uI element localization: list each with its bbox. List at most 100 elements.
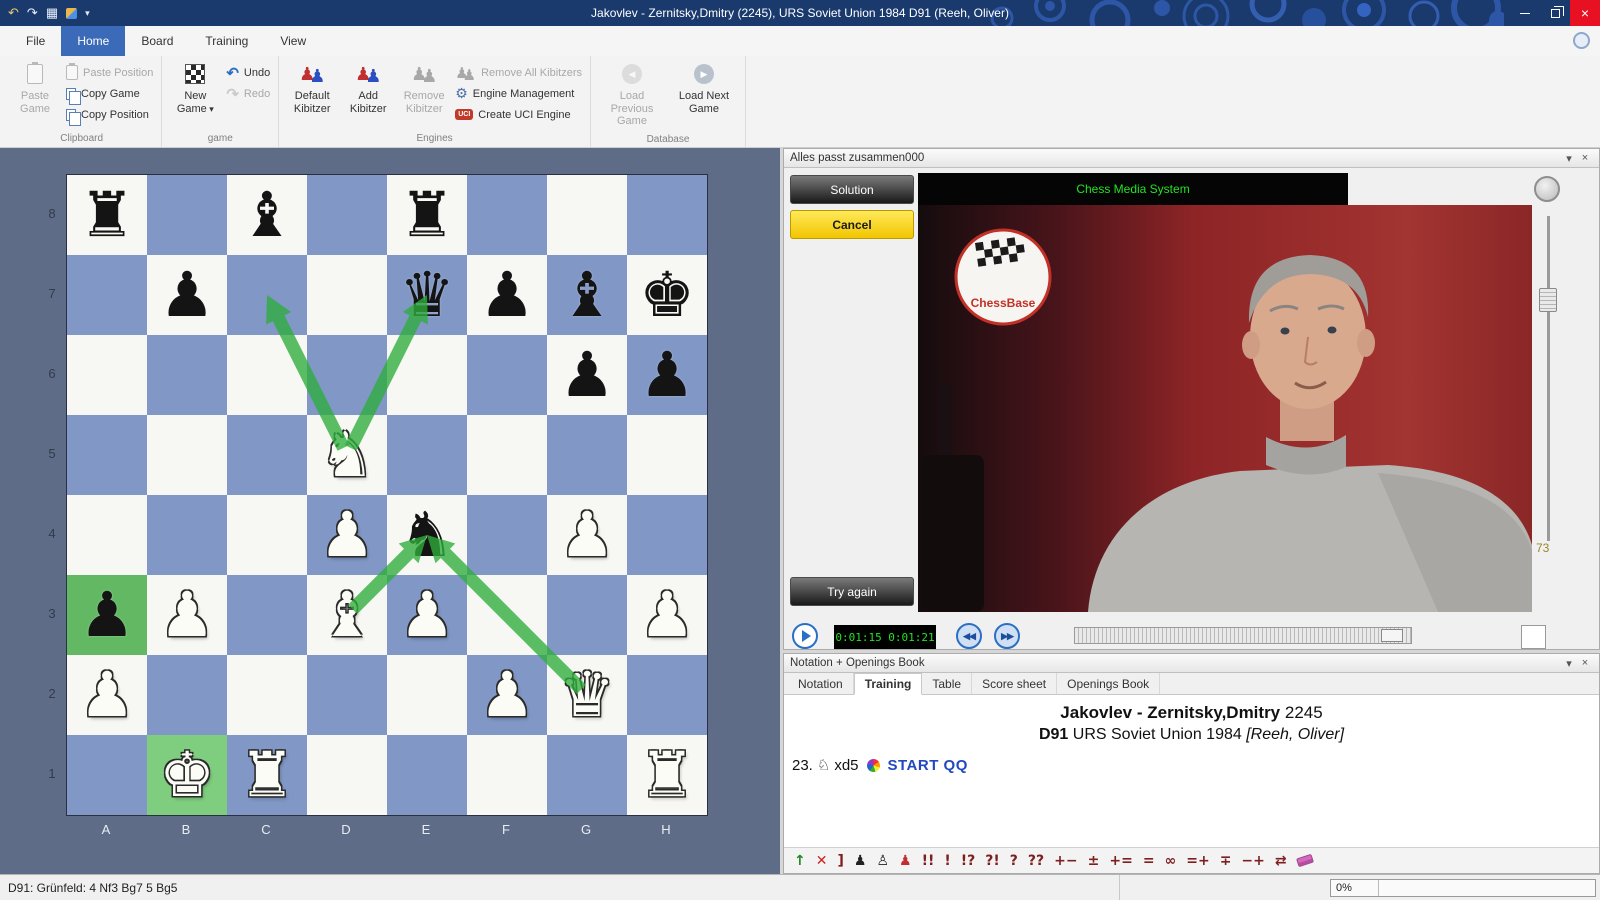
square-e2[interactable]	[387, 655, 467, 735]
ribbon-tab-training[interactable]: Training	[189, 26, 264, 56]
square-f5[interactable]	[467, 415, 547, 495]
square-a1[interactable]	[67, 735, 147, 815]
white-bishop-d3[interactable]: ♝	[307, 575, 387, 655]
square-b8[interactable]	[147, 175, 227, 255]
square-d6[interactable]	[307, 335, 387, 415]
square-e7[interactable]: ♛	[387, 255, 467, 335]
square-a7[interactable]	[67, 255, 147, 335]
delete-variation-symbol[interactable]: ✕	[816, 854, 828, 868]
ribbon-tab-board[interactable]: Board	[125, 26, 189, 56]
square-a5[interactable]	[67, 415, 147, 495]
tab-openings-book[interactable]: Openings Book	[1057, 673, 1160, 694]
ribbon-tab-home[interactable]: Home	[61, 26, 125, 56]
square-g6[interactable]: ♟	[547, 335, 627, 415]
move-line[interactable]: 23.♘xd5 START QQ	[784, 744, 1599, 774]
volume-slider-handle[interactable]	[1539, 288, 1557, 312]
end-variation-symbol[interactable]: ]	[837, 854, 843, 868]
black-rook-a8[interactable]: ♜	[67, 175, 147, 255]
white-pawn-h3[interactable]: ♟	[627, 575, 707, 655]
media-annotation-icon[interactable]	[867, 759, 880, 772]
redo-button[interactable]: ↷Redo	[223, 83, 273, 104]
load-next-game-button[interactable]: ▶Load Next Game	[668, 58, 740, 118]
square-c7[interactable]	[227, 255, 307, 335]
close-button[interactable]: ×	[1570, 0, 1600, 26]
white-pawn-f2[interactable]: ♟	[467, 655, 547, 735]
square-h1[interactable]: ♜	[627, 735, 707, 815]
white-pawn-g4[interactable]: ♟	[547, 495, 627, 575]
square-h2[interactable]	[627, 655, 707, 735]
square-c1[interactable]: ♜	[227, 735, 307, 815]
white-pawn-e3[interactable]: ♟	[387, 575, 467, 655]
square-a4[interactable]	[67, 495, 147, 575]
square-a3[interactable]: ♟	[67, 575, 147, 655]
undo-icon[interactable]: ↶	[8, 0, 19, 26]
solution-button[interactable]: Solution	[790, 175, 914, 204]
square-e8[interactable]: ♜	[387, 175, 467, 255]
red-pawn-symbol[interactable]: ♟	[899, 854, 912, 868]
square-g7[interactable]: ♝	[547, 255, 627, 335]
square-f4[interactable]	[467, 495, 547, 575]
interesting-move-symbol[interactable]: !?	[961, 854, 976, 868]
rewind-button[interactable]: ◀◀	[956, 623, 982, 649]
black-pawn-symbol[interactable]: ♟	[854, 854, 867, 868]
white-king-b1[interactable]: ♚	[147, 735, 227, 815]
volume-slider-track[interactable]	[1547, 216, 1550, 541]
fullscreen-button[interactable]	[1521, 625, 1546, 649]
black-pawn-g6[interactable]: ♟	[547, 335, 627, 415]
blunder-symbol[interactable]: ??	[1028, 854, 1044, 868]
black-bishop-g7[interactable]: ♝	[547, 255, 627, 335]
white-rook-c1[interactable]: ♜	[227, 735, 307, 815]
square-h5[interactable]	[627, 415, 707, 495]
paste-game-button[interactable]: Paste Game	[7, 58, 63, 118]
eraser-icon[interactable]	[1297, 854, 1313, 868]
black-pawn-a3[interactable]: ♟	[67, 575, 147, 655]
square-g2[interactable]: ♛	[547, 655, 627, 735]
black-pawn-b7[interactable]: ♟	[147, 255, 227, 335]
tab-table[interactable]: Table	[922, 673, 972, 694]
white-better-symbol[interactable]: ±	[1088, 854, 1100, 868]
remove-kibitzer-button[interactable]: ♟♟Remove Kibitzer	[396, 58, 452, 118]
restore-button[interactable]	[1540, 0, 1570, 26]
square-d4[interactable]: ♟	[307, 495, 387, 575]
square-c5[interactable]	[227, 415, 307, 495]
square-a6[interactable]	[67, 335, 147, 415]
mistake-symbol[interactable]: ?	[1010, 854, 1018, 868]
panel-close-icon[interactable]: ×	[1577, 152, 1593, 164]
black-better-symbol[interactable]: ∓	[1220, 854, 1232, 868]
cancel-button[interactable]: Cancel	[790, 210, 914, 239]
white-pawn-symbol[interactable]: ♙	[876, 854, 889, 868]
square-b2[interactable]	[147, 655, 227, 735]
tab-training[interactable]: Training	[854, 673, 923, 695]
square-f6[interactable]	[467, 335, 547, 415]
square-d1[interactable]	[307, 735, 387, 815]
square-e5[interactable]	[387, 415, 467, 495]
square-d8[interactable]	[307, 175, 387, 255]
square-e1[interactable]	[387, 735, 467, 815]
panel-close-icon[interactable]: ×	[1577, 657, 1593, 669]
square-g1[interactable]	[547, 735, 627, 815]
panel-menu-icon[interactable]: ▾	[1561, 657, 1577, 670]
tab-notation[interactable]: Notation	[788, 673, 854, 694]
forward-button[interactable]: ▶▶	[994, 623, 1020, 649]
square-f1[interactable]	[467, 735, 547, 815]
seek-handle[interactable]	[1381, 629, 1403, 642]
square-d3[interactable]: ♝	[307, 575, 387, 655]
square-f3[interactable]	[467, 575, 547, 655]
black-winning-symbol[interactable]: −+	[1241, 854, 1264, 868]
white-pawn-d4[interactable]: ♟	[307, 495, 387, 575]
square-h8[interactable]	[627, 175, 707, 255]
unclear-symbol[interactable]: ∞	[1165, 854, 1177, 868]
undo-button[interactable]: ↶Undo	[223, 62, 273, 83]
minimize-button[interactable]	[1510, 0, 1540, 26]
square-f2[interactable]: ♟	[467, 655, 547, 735]
white-pawn-b3[interactable]: ♟	[147, 575, 227, 655]
play-button[interactable]	[792, 623, 818, 649]
copy-game-button[interactable]: Copy Game	[63, 83, 156, 104]
black-bishop-c8[interactable]: ♝	[227, 175, 307, 255]
square-g8[interactable]	[547, 175, 627, 255]
square-d5[interactable]: ♞	[307, 415, 387, 495]
square-b6[interactable]	[147, 335, 227, 415]
try-again-button[interactable]: Try again	[790, 577, 914, 606]
add-kibitzer-button[interactable]: ♟♟Add Kibitzer	[340, 58, 396, 118]
square-e4[interactable]: ♞	[387, 495, 467, 575]
